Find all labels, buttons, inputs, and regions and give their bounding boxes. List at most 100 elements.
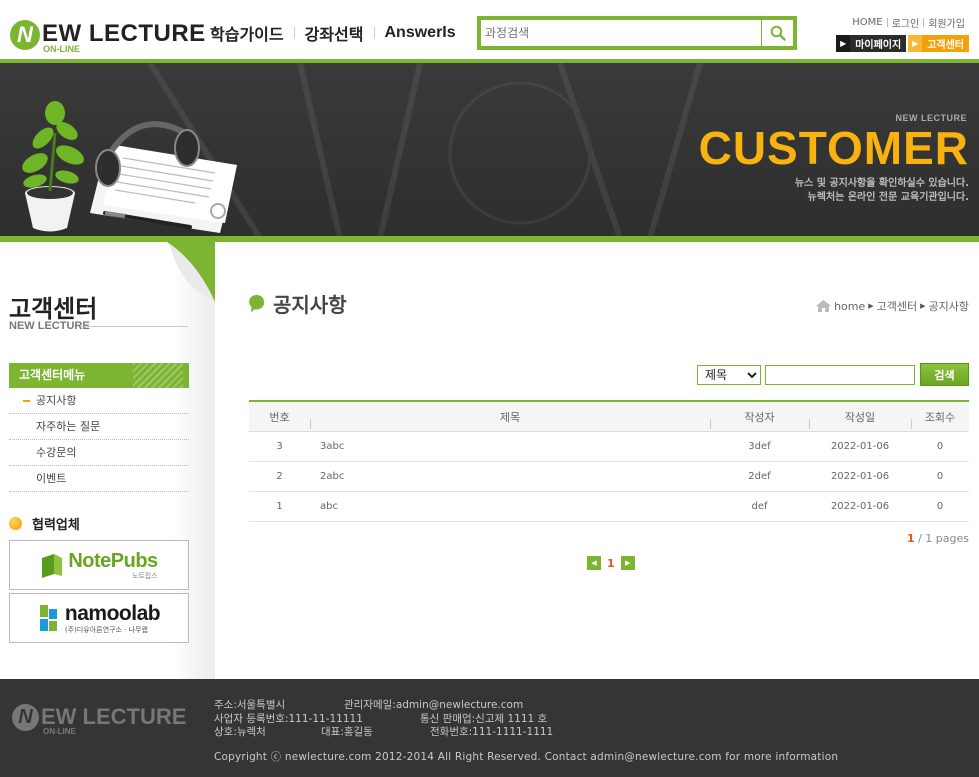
sidebar: 고객센터 NEW LECTURE 고객센터메뉴 공지사항 자주하는 질문 수강문… — [0, 242, 215, 679]
footer-logo-subtext: ON-LINE — [43, 727, 76, 736]
partner-notepubs[interactable]: NotePubs 노트펍스 — [9, 540, 189, 590]
logo-mark-icon: N — [10, 20, 40, 50]
partner-namoolab[interactable]: namoolab (주)디유아론연구소 · 나무랩 — [9, 593, 189, 643]
namoolab-logo-icon — [39, 605, 57, 631]
business-number: 사업자 등록번호:111-11-11111 — [214, 712, 363, 725]
company-info: 주소:서울특별시 관리자메일:admin@newlecture.com 사업자 … — [214, 699, 553, 740]
partners-heading-label: 협력업체 — [32, 518, 80, 533]
triangle-left-icon: ◀ — [591, 559, 597, 567]
cell-number: 1 — [276, 501, 283, 512]
company-info-row: 상호:뉴렉처 대표:홍길동 전화번호:111-1111-1111 — [214, 726, 553, 740]
sidebar-item-event[interactable]: 이벤트 — [9, 466, 189, 492]
admin-email: 관리자메일:admin@newlecture.com — [344, 699, 524, 711]
board-search-button[interactable]: 검색 — [920, 363, 969, 386]
pagination: ◀ 1 ▶ — [587, 556, 635, 570]
mypage-button[interactable]: ▶ 마이페이지 — [836, 35, 907, 52]
customer-center-button[interactable]: ▶ 고객센터 — [908, 35, 969, 52]
search-button[interactable] — [761, 20, 793, 46]
copyright: Copyright ⓒ newlecture.com 2012-2014 All… — [214, 751, 839, 763]
breadcrumb-notice[interactable]: 공지사항 — [929, 298, 969, 314]
company-name: 상호:뉴렉처 — [214, 726, 266, 738]
cell-date: 2022-01-06 — [830, 471, 890, 482]
notice-table: 번호 제목 작성자 작성일 조회수 3 3abc 3def 2022-01-06… — [249, 400, 969, 522]
site-logo[interactable]: N EW LECTURE ON-LINE — [10, 17, 205, 57]
mypage-label: 마이페이지 — [855, 40, 902, 51]
sidebar-subtitle-rule — [80, 326, 188, 327]
sidebar-item-course-inquiry[interactable]: 수강문의 — [9, 440, 189, 466]
phone-number: 전화번호:111-1111-1111 — [430, 726, 554, 738]
header: N EW LECTURE ON-LINE 학습가이드 강좌선택 AnswerIs… — [0, 0, 979, 63]
home-link[interactable]: HOME — [848, 17, 886, 28]
cell-views: 0 — [936, 471, 944, 482]
sidebar-item-notice[interactable]: 공지사항 — [9, 388, 189, 414]
breadcrumb-arrow-icon: ▶ — [868, 302, 874, 310]
cell-title-link[interactable]: abc — [310, 501, 710, 512]
plant-and-headphones-illustration — [22, 101, 237, 233]
orange-dot-icon — [9, 517, 22, 530]
namoolab-name: namoolab — [64, 601, 161, 625]
main-nav: 학습가이드 강좌선택 AnswerIs — [200, 22, 466, 44]
cell-title-link[interactable]: 3abc — [310, 441, 710, 452]
partners-heading: 협력업체 — [9, 514, 80, 533]
sidebar-menu-header-label: 고객센터메뉴 — [19, 368, 86, 382]
page-curl-decoration — [167, 242, 215, 302]
cell-author: 3def — [748, 441, 771, 452]
sidebar-menu-header: 고객센터메뉴 — [9, 363, 189, 388]
footer: N EW LECTURE ON-LINE 주소:서울특별시 관리자메일:admi… — [0, 679, 979, 777]
page-title-text: 공지사항 — [273, 293, 347, 317]
nav-item-course-select[interactable]: 강좌선택 — [295, 21, 374, 45]
sidebar-item-faq[interactable]: 자주하는 질문 — [9, 414, 189, 440]
top-links: HOME 로그인 회원가입 — [848, 15, 969, 30]
breadcrumb-customer-center[interactable]: 고객센터 — [877, 298, 917, 314]
notepubs-name: NotePubs — [68, 549, 158, 572]
triangle-right-icon: ▶ — [624, 559, 631, 567]
cell-views: 0 — [936, 441, 944, 452]
company-info-row: 주소:서울특별시 관리자메일:admin@newlecture.com — [214, 699, 553, 713]
breadcrumb: home ▶ 고객센터 ▶ 공지사항 — [816, 298, 969, 314]
nav-item-answeris[interactable]: AnswerIs — [375, 24, 466, 42]
cell-title-link[interactable]: 2abc — [310, 471, 710, 482]
page-link[interactable]: 1 — [603, 557, 619, 570]
sidebar-menu: 공지사항 자주하는 질문 수강문의 이벤트 — [9, 388, 189, 492]
column-header-views: 조회수 — [911, 409, 969, 429]
namoolab-subname: (주)디유아론연구소 · 나무랩 — [64, 625, 148, 634]
sidebar-title: 고객센터 — [9, 295, 98, 323]
play-arrow-icon: ▶ — [836, 35, 851, 52]
search-field-select[interactable]: 제목 작성자 — [697, 364, 761, 385]
logo-subtext: ON-LINE — [43, 44, 80, 54]
sidebar-subtitle: NEW LECTURE — [9, 320, 90, 332]
column-header-title: 제목 — [310, 409, 710, 429]
signup-link[interactable]: 회원가입 — [924, 15, 969, 30]
ceo-name: 대표:홍길동 — [321, 726, 373, 738]
table-header-row: 번호 제목 작성자 작성일 조회수 — [249, 402, 969, 432]
banner-desc-line-1: 뉴스 및 공지사항을 확인하실수 있습니다. — [794, 178, 969, 189]
visual-banner: NEW LECTURE CUSTOMER 뉴스 및 공지사항을 확인하실수 있습… — [0, 63, 979, 238]
breadcrumb-home[interactable]: home — [834, 300, 865, 313]
breadcrumb-arrow-icon: ▶ — [920, 302, 926, 310]
search-icon — [770, 25, 786, 41]
cell-date: 2022-01-06 — [830, 441, 890, 452]
stripe-decoration — [133, 363, 183, 388]
page-count-info: 1 / 1 pages — [907, 532, 969, 545]
next-page-button[interactable]: ▶ — [620, 556, 635, 570]
telecom-sales-number: 통신 판매업:신고제 1111 호 — [420, 712, 548, 725]
table-row[interactable]: 1 abc def 2022-01-06 0 — [249, 492, 969, 522]
cell-author: def — [751, 501, 768, 512]
board-search-input[interactable] — [765, 364, 915, 385]
table-row[interactable]: 3 3abc 3def 2022-01-06 0 — [249, 432, 969, 462]
course-search — [477, 16, 797, 50]
page-title: 공지사항 — [248, 289, 347, 318]
cell-author: 2def — [748, 471, 771, 482]
customer-center-label: 고객센터 — [927, 40, 964, 51]
table-row[interactable]: 2 2abc 2def 2022-01-06 0 — [249, 462, 969, 492]
main-content: 공지사항 home ▶ 고객센터 ▶ 공지사항 제목 작성자 검색 번호 제목 — [215, 242, 979, 679]
course-search-input[interactable] — [485, 22, 765, 44]
notepubs-logo-icon — [42, 554, 63, 578]
column-header-date: 작성일 — [809, 409, 911, 429]
total-pages-label: / 1 pages — [918, 532, 969, 545]
cell-date: 2022-01-06 — [830, 501, 890, 512]
prev-page-button[interactable]: ◀ — [587, 556, 601, 570]
login-link[interactable]: 로그인 — [888, 15, 924, 30]
company-address: 주소:서울특별시 — [214, 699, 286, 711]
nav-item-study-guide[interactable]: 학습가이드 — [200, 21, 294, 45]
